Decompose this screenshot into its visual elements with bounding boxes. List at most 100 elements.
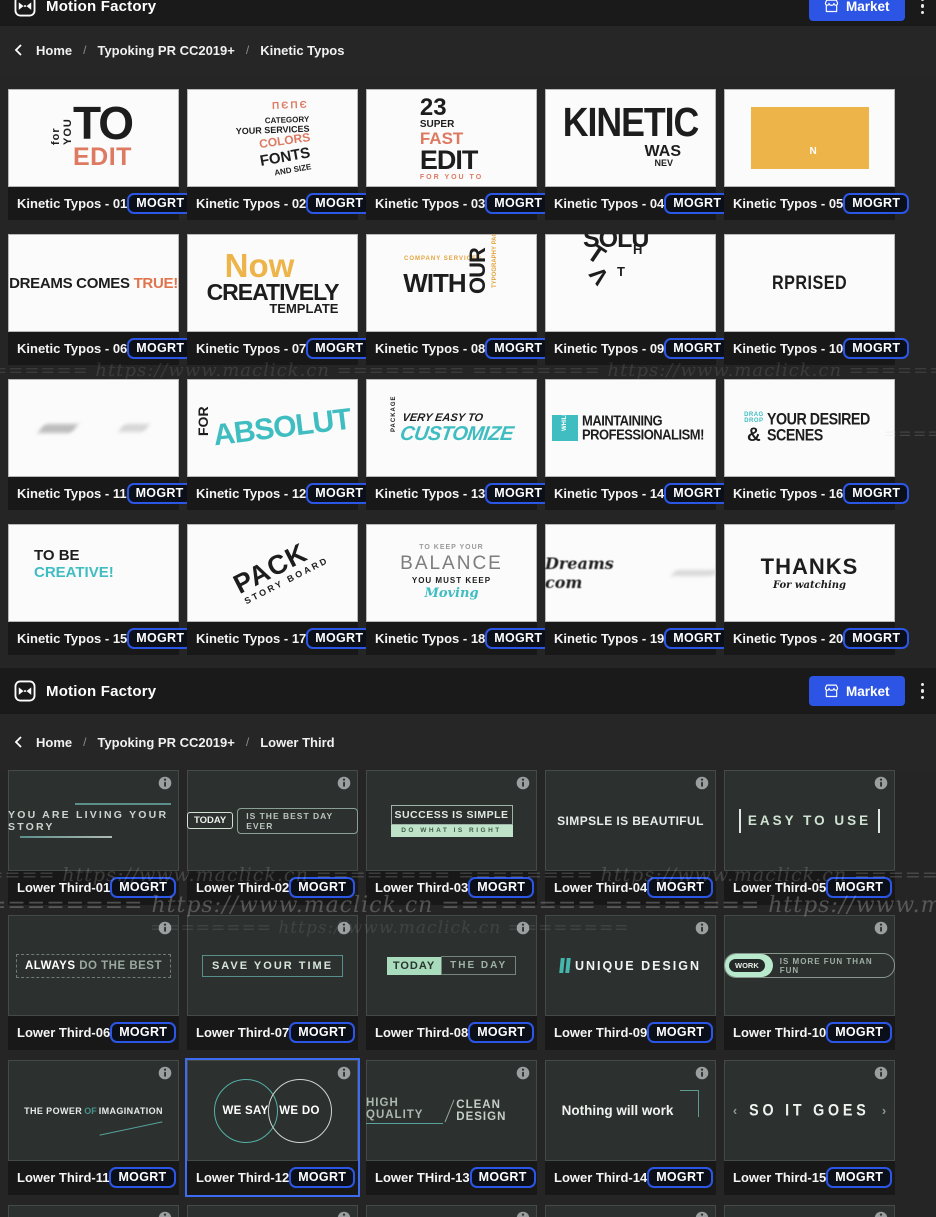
- market-button[interactable]: Market: [808, 0, 905, 21]
- breadcrumb-pack[interactable]: Typoking PR CC2019+: [97, 43, 234, 58]
- template-card[interactable]: FOR ABSOLUT Kinetic Typos - 12 MOGRT: [187, 379, 373, 510]
- info-icon[interactable]: [516, 921, 530, 935]
- app-title: Motion Factory: [46, 682, 157, 700]
- template-preview: Nothing will work: [545, 1060, 716, 1161]
- back-icon[interactable]: [14, 736, 23, 748]
- template-card[interactable]: SUCCESS IS SIMPLE DO WHAT IS RIGHT Lower…: [366, 770, 537, 905]
- template-card[interactable]: H T SOLU T Ʌ Kinetic Typos - 09 MOGRT: [545, 234, 731, 365]
- template-card[interactable]: PACK STORY BOARD Kinetic Typos - 17 MOGRT: [187, 524, 373, 655]
- template-preview: TODAY IS THE BEST DAY EVER: [187, 770, 358, 871]
- info-icon[interactable]: [874, 1211, 888, 1217]
- breadcrumb-pack[interactable]: Typoking PR CC2019+: [97, 735, 234, 750]
- template-card[interactable]: Nothing will work Lower Third-14 MOGRT: [545, 1060, 716, 1195]
- mogrt-badge: MOGRT: [109, 1167, 176, 1188]
- template-card[interactable]: SAVE YOUR TIME Lower Third-07 MOGRT: [187, 915, 358, 1050]
- template-preview: EASY TO USE: [724, 770, 895, 871]
- template-card[interactable]: EASY TO USE Lower Third-05 MOGRT: [724, 770, 895, 905]
- info-icon[interactable]: [695, 776, 709, 790]
- template-card[interactable]: for YOU TO EDIT Kinetic Typos - 01 MOGRT: [8, 89, 194, 220]
- template-card[interactable]: ΠЄΠЄ CATEGORY YOUR SERVICES COLORS FONTS…: [187, 89, 373, 220]
- info-icon[interactable]: [516, 1211, 530, 1217]
- info-icon[interactable]: [158, 776, 172, 790]
- template-card[interactable]: TO BE CREATIVE! Kinetic Typos - 15 MOGRT: [8, 524, 194, 655]
- info-icon[interactable]: [337, 1066, 351, 1080]
- mogrt-badge: MOGRT: [306, 483, 373, 504]
- template-card[interactable]: DREAMS COMES TRUE! Kinetic Typos - 06 MOG…: [8, 234, 194, 365]
- template-preview: WORK IS MORE FUN THAN FUN: [724, 915, 895, 1016]
- template-card[interactable]: DRAG DROP & YOUR DESIRED SCENES Kinetic …: [724, 379, 910, 510]
- info-icon[interactable]: [158, 1211, 172, 1217]
- template-preview: TODAY THE DAY: [366, 915, 537, 1016]
- template-card[interactable]: WHILE MAINTAINING PROFESSIONALISM! Kinet…: [545, 379, 731, 510]
- store-icon: [824, 0, 839, 13]
- breadcrumb-home[interactable]: Home: [36, 735, 72, 750]
- info-icon[interactable]: [874, 921, 888, 935]
- breadcrumb-category[interactable]: Kinetic Typos: [260, 43, 344, 58]
- info-icon[interactable]: [337, 776, 351, 790]
- more-options-icon[interactable]: [920, 682, 924, 700]
- template-preview: HIGH QUALITY CLEAN DESIGN: [366, 1060, 537, 1161]
- template-card[interactable]: [187, 1205, 358, 1217]
- info-icon[interactable]: [337, 1211, 351, 1217]
- template-title: Kinetic Typos - 03: [375, 196, 486, 211]
- template-card[interactable]: HIGH QUALITY CLEAN DESIGN Lower THird-13…: [366, 1060, 537, 1195]
- template-preview: SUCCESS IS SIMPLE DO WHAT IS RIGHT: [366, 770, 537, 871]
- info-icon[interactable]: [158, 921, 172, 935]
- info-icon[interactable]: [516, 776, 530, 790]
- template-preview: SAVE YOUR TIME: [187, 915, 358, 1016]
- mogrt-badge: MOGRT: [843, 338, 910, 359]
- template-card[interactable]: RPRISED Kinetic Typos - 10 MOGRT: [724, 234, 910, 365]
- template-card[interactable]: 23 SUPER FAST EDIT FOR YOU TO Kinetic Typo…: [366, 89, 552, 220]
- template-preview: TO KEEP YOUR BALANCE YOU MUST KEEP Movin…: [366, 524, 537, 622]
- mogrt-badge: MOGRT: [127, 628, 194, 649]
- template-card[interactable]: TO KEEP YOUR BALANCE YOU MUST KEEP Movin…: [366, 524, 552, 655]
- template-card[interactable]: [366, 1205, 537, 1217]
- template-card[interactable]: PACKAGE VERY EASY TO CUSTOMIZE Kinetic T…: [366, 379, 552, 510]
- mogrt-badge: MOGRT: [289, 1022, 356, 1043]
- breadcrumb-home[interactable]: Home: [36, 43, 72, 58]
- info-icon[interactable]: [516, 1066, 530, 1080]
- info-icon[interactable]: [695, 921, 709, 935]
- breadcrumb: Home / Typoking PR CC2019+ / Kinetic Typ…: [0, 26, 936, 74]
- template-card[interactable]: WORK IS MORE FUN THAN FUN Lower Third-10…: [724, 915, 895, 1050]
- template-card[interactable]: THANKS For watching Kinetic Typos - 20 MO…: [724, 524, 910, 655]
- template-card[interactable]: SIMPSLE IS BEAUTIFUL Lower Third-04 MOGRT: [545, 770, 716, 905]
- breadcrumb-category[interactable]: Lower Third: [260, 735, 334, 750]
- back-icon[interactable]: [14, 44, 23, 56]
- template-title: Kinetic Typos - 12: [196, 486, 307, 501]
- template-card[interactable]: Now CREATIVELY TEMPLATE Kinetic Typos - …: [187, 234, 373, 365]
- mogrt-badge: MOGRT: [127, 193, 194, 214]
- template-card[interactable]: ALWAYS DO THE BEST Lower Third-06 MOGRT: [8, 915, 179, 1050]
- info-icon[interactable]: [337, 921, 351, 935]
- template-card[interactable]: TODAY THE DAY Lower Third-08 MOGRT: [366, 915, 537, 1050]
- info-icon[interactable]: [158, 1066, 172, 1080]
- info-icon[interactable]: [874, 1066, 888, 1080]
- template-card[interactable]: N Kinetic Typos - 05 MOGRT: [724, 89, 910, 220]
- template-card[interactable]: TODAY IS THE BEST DAY EVER Lower Third-0…: [187, 770, 358, 905]
- info-icon[interactable]: [695, 1066, 709, 1080]
- template-preview: [187, 1205, 358, 1217]
- market-button[interactable]: Market: [808, 676, 905, 706]
- template-card[interactable]: THE POWER OF IMAGINATION Lower Third-11 M…: [8, 1060, 179, 1195]
- template-card[interactable]: YOU ARE LIVING YOUR STORY Lower Third-01…: [8, 770, 179, 905]
- template-title: Kinetic Typos - 17: [196, 631, 307, 646]
- mogrt-badge: MOGRT: [306, 338, 373, 359]
- template-card[interactable]: [545, 1205, 716, 1217]
- info-icon[interactable]: [874, 776, 888, 790]
- mogrt-badge: MOGRT: [843, 193, 910, 214]
- more-options-icon[interactable]: [920, 0, 924, 15]
- template-card[interactable]: UNIQUE DESIGN Lower Third-09 MOGRT: [545, 915, 716, 1050]
- template-card[interactable]: COMPANY SERVICES WITH OUR TYPOGRAPHY PAC…: [366, 234, 552, 365]
- template-preview: Dreams com: [545, 524, 716, 622]
- template-card[interactable]: [724, 1205, 895, 1217]
- template-card-selected[interactable]: WE SAY WE DO Lower Third-12 MOGRT: [185, 1058, 360, 1197]
- template-preview: ALWAYS DO THE BEST: [8, 915, 179, 1016]
- template-card[interactable]: Dreams com Kinetic Typos - 19 MOGRT: [545, 524, 731, 655]
- template-card[interactable]: KINETIC WAS NEV Kinetic Typos - 04 MOGRT: [545, 89, 731, 220]
- template-card[interactable]: [8, 1205, 179, 1217]
- template-card[interactable]: ‹ SO IT GOES › Lower Third-15 MOGRT: [724, 1060, 895, 1195]
- template-title: Kinetic Typos - 05: [733, 196, 844, 211]
- info-icon[interactable]: [695, 1211, 709, 1217]
- template-card[interactable]: Kinetic Typos - 11 MOGRT: [8, 379, 193, 510]
- template-title: Kinetic Typos - 07: [196, 341, 307, 356]
